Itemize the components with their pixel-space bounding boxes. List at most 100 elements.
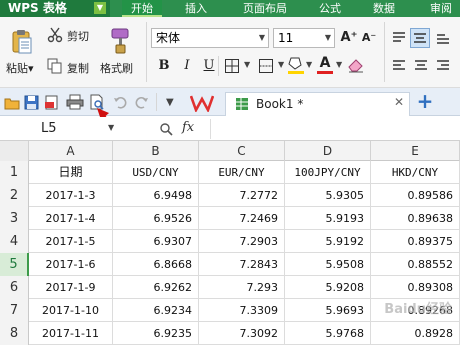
cell[interactable]: 6.9234 xyxy=(113,299,199,322)
menu-tab-review[interactable]: 审阅 xyxy=(422,0,460,17)
cell[interactable]: 2017-1-9 xyxy=(29,276,113,299)
new-tab-icon[interactable]: + xyxy=(416,89,434,113)
column-header-d[interactable]: D xyxy=(285,141,371,161)
customize-toolbar-icon[interactable]: ▼ xyxy=(166,97,174,108)
format-painter-icon[interactable] xyxy=(108,27,134,55)
cell[interactable]: 2017-1-11 xyxy=(29,322,113,345)
column-header-a[interactable]: A xyxy=(29,141,113,161)
cell[interactable]: 7.3309 xyxy=(199,299,285,322)
scissors-icon[interactable] xyxy=(47,27,63,43)
name-box[interactable]: L5 xyxy=(1,119,121,139)
cell[interactable]: 2017-1-3 xyxy=(29,184,113,207)
open-folder-icon[interactable] xyxy=(3,94,20,111)
cell[interactable]: 6.9526 xyxy=(113,207,199,230)
align-bottom-icon[interactable] xyxy=(434,29,452,47)
row-header[interactable]: 6 xyxy=(0,276,29,299)
font-color-button[interactable]: A xyxy=(316,55,334,75)
cell[interactable]: 0.88552 xyxy=(371,253,460,276)
bold-button[interactable]: B xyxy=(155,57,173,75)
chevron-down-icon[interactable]: ▼ xyxy=(108,123,114,132)
close-tab-icon[interactable]: ✕ xyxy=(394,95,404,109)
paste-icon[interactable] xyxy=(10,28,34,56)
cell[interactable]: 5.9693 xyxy=(285,299,371,322)
cell[interactable]: 6.9262 xyxy=(113,276,199,299)
zoom-icon[interactable] xyxy=(158,121,174,137)
cell[interactable]: 7.2772 xyxy=(199,184,285,207)
menu-tab-page-layout[interactable]: 页面布局 xyxy=(234,0,296,17)
paste-dropdown-icon[interactable]: ▾ xyxy=(28,62,34,75)
merge-cells-icon[interactable] xyxy=(256,57,276,75)
column-header-e[interactable]: E xyxy=(371,141,460,161)
chevron-down-icon[interactable]: ▼ xyxy=(278,60,284,69)
chevron-down-icon[interactable]: ▼ xyxy=(325,29,331,47)
cell[interactable]: 6.9235 xyxy=(113,322,199,345)
align-center-icon[interactable] xyxy=(412,57,430,75)
insert-function-button[interactable]: fx xyxy=(182,120,194,135)
cell[interactable]: 0.89375 xyxy=(371,230,460,253)
row-header[interactable]: 1 xyxy=(0,161,29,184)
cell[interactable]: 2017-1-6 xyxy=(29,253,113,276)
row-header[interactable]: 4 xyxy=(0,230,29,253)
app-menu-button[interactable]: WPS 表格 ▼ xyxy=(0,0,110,17)
cell[interactable]: 2017-1-10 xyxy=(29,299,113,322)
export-pdf-icon[interactable] xyxy=(43,94,60,111)
cut-button[interactable]: 剪切 xyxy=(67,28,89,44)
cell[interactable]: HKD/CNY xyxy=(371,161,460,184)
copy-icon[interactable] xyxy=(47,58,63,74)
menu-tab-insert[interactable]: 插入 xyxy=(176,0,216,17)
clear-format-icon[interactable] xyxy=(346,56,366,74)
row-header[interactable]: 2 xyxy=(0,184,29,207)
cell[interactable]: 0.89586 xyxy=(371,184,460,207)
cell[interactable]: 7.3092 xyxy=(199,322,285,345)
cell[interactable]: 5.9768 xyxy=(285,322,371,345)
align-left-icon[interactable] xyxy=(390,57,408,75)
column-header-b[interactable]: B xyxy=(113,141,199,161)
cell[interactable]: 0.8928 xyxy=(371,322,460,345)
cell[interactable]: 6.9307 xyxy=(113,230,199,253)
save-icon[interactable] xyxy=(23,94,40,111)
copy-button[interactable]: 复制 xyxy=(67,60,89,76)
column-header-c[interactable]: C xyxy=(199,141,285,161)
format-painter-button[interactable]: 格式刷 xyxy=(100,60,133,76)
cell[interactable]: 5.9193 xyxy=(285,207,371,230)
chevron-down-icon[interactable]: ▼ xyxy=(306,60,312,69)
cell[interactable]: 2017-1-5 xyxy=(29,230,113,253)
font-size-select[interactable]: 11 ▼ xyxy=(273,28,335,48)
italic-button[interactable]: I xyxy=(178,57,196,75)
fill-color-icon[interactable] xyxy=(286,55,306,75)
borders-icon[interactable] xyxy=(222,57,242,75)
cell[interactable]: 6.8668 xyxy=(113,253,199,276)
row-header[interactable]: 8 xyxy=(0,322,29,345)
cell[interactable]: 7.2469 xyxy=(199,207,285,230)
cell[interactable]: 日期 xyxy=(29,161,113,184)
menu-tab-home[interactable]: 开始 xyxy=(122,0,162,17)
cell[interactable]: 0.89308 xyxy=(371,276,460,299)
grow-font-button[interactable]: A⁺ xyxy=(340,29,358,47)
chevron-down-icon[interactable]: ▼ xyxy=(244,60,250,69)
formula-input[interactable] xyxy=(210,119,460,139)
row-header-selected[interactable]: 5 xyxy=(0,253,29,276)
underline-button[interactable]: U xyxy=(200,57,218,75)
align-middle-icon[interactable] xyxy=(410,28,430,48)
app-dropdown-icon[interactable]: ▼ xyxy=(94,2,106,14)
cell[interactable]: 2017-1-4 xyxy=(29,207,113,230)
wps-logo-icon[interactable] xyxy=(189,92,215,114)
menu-tab-formulas[interactable]: 公式 xyxy=(312,0,348,17)
select-all-corner[interactable] xyxy=(0,141,29,161)
paste-button[interactable]: 粘贴▾ xyxy=(6,60,34,76)
font-name-select[interactable]: 宋体 ▼ xyxy=(151,28,269,48)
cell[interactable]: 5.9305 xyxy=(285,184,371,207)
shrink-font-button[interactable]: A⁻ xyxy=(360,29,378,47)
redo-icon[interactable] xyxy=(134,94,150,110)
cell[interactable]: 5.9192 xyxy=(285,230,371,253)
chevron-down-icon[interactable]: ▼ xyxy=(336,60,342,69)
row-header[interactable]: 3 xyxy=(0,207,29,230)
document-tab[interactable]: Book1 * xyxy=(225,92,410,116)
cell[interactable]: USD/CNY xyxy=(113,161,199,184)
cell[interactable]: 7.2903 xyxy=(199,230,285,253)
row-header[interactable]: 7 xyxy=(0,299,29,322)
align-top-icon[interactable] xyxy=(390,29,408,47)
cell[interactable]: 5.9208 xyxy=(285,276,371,299)
cell[interactable]: 6.9498 xyxy=(113,184,199,207)
menu-tab-data[interactable]: 数据 xyxy=(364,0,404,17)
